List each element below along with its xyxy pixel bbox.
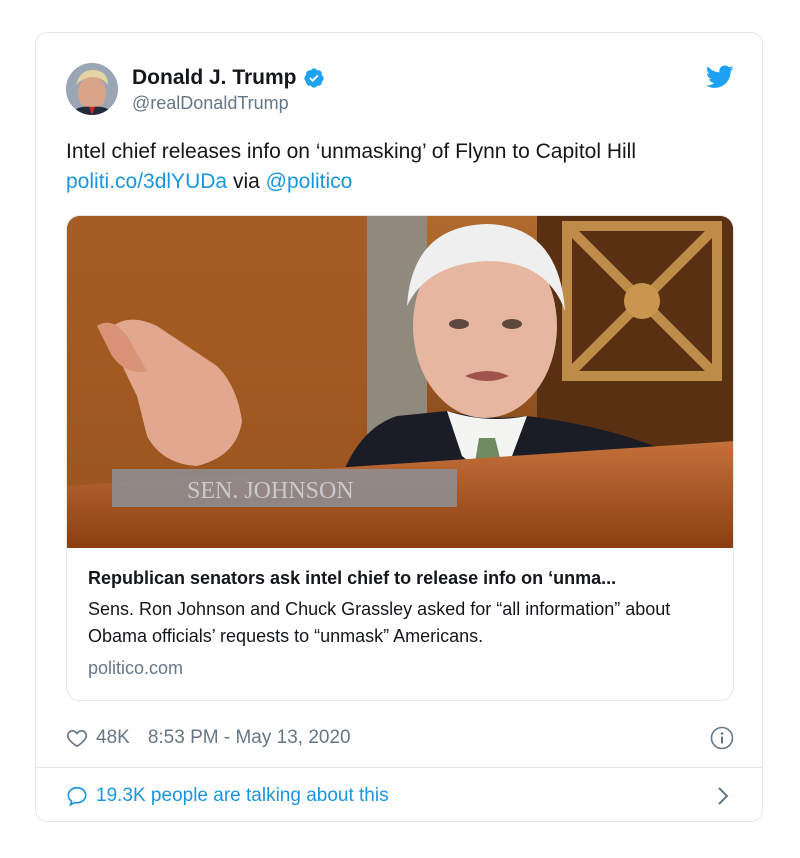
info-icon[interactable] [710, 726, 734, 750]
handle[interactable]: @realDonaldTrump [132, 91, 325, 115]
card-title[interactable]: Republican senators ask intel chief to r… [88, 566, 714, 590]
nameplate-text: SEN. JOHNSON [187, 478, 354, 504]
embedded-tweet[interactable]: Donald J. Trump @realDonaldTrump Intel c… [35, 32, 763, 822]
twitter-bird-icon[interactable] [706, 65, 734, 89]
avatar[interactable] [66, 63, 118, 115]
tweet-text: Intel chief releases info on ‘unmasking’… [66, 137, 746, 197]
verified-badge-icon [303, 68, 324, 88]
chevron-right-icon [718, 787, 729, 805]
author-name-link[interactable]: Donald J. Trump [132, 65, 325, 91]
link-preview-card[interactable]: SEN. JOHNSON Republican senators ask int… [66, 215, 734, 701]
display-name: Donald J. Trump [132, 66, 297, 89]
avatar-image [66, 63, 118, 115]
via-text: via [232, 170, 260, 193]
mention-link[interactable]: @politico [266, 170, 353, 193]
card-body: Republican senators ask intel chief to r… [88, 566, 714, 680]
tweet-header: Donald J. Trump @realDonaldTrump [66, 63, 734, 119]
conversation-link[interactable]: 19.3K people are talking about this [66, 781, 734, 811]
card-domain: politico.com [88, 658, 184, 678]
tweet-body: Intel chief releases info on ‘unmasking’… [66, 140, 637, 163]
speech-bubble-icon [67, 786, 87, 807]
tweet-meta: 48K 8:53 PM - May 13, 2020 [66, 723, 734, 753]
author-info: Donald J. Trump @realDonaldTrump [132, 65, 325, 115]
heart-icon[interactable] [66, 727, 88, 749]
divider [36, 767, 762, 768]
timestamp[interactable]: 8:53 PM - May 13, 2020 [148, 727, 351, 749]
tweet-link[interactable]: politi.co/3dlYUDa [66, 170, 227, 193]
talking-text: 19.3K people are talking about this [96, 785, 389, 806]
article-image: SEN. JOHNSON [67, 216, 733, 548]
like-count[interactable]: 48K [96, 727, 130, 749]
card-description: Sens. Ron Johnson and Chuck Grassley ask… [88, 599, 671, 646]
